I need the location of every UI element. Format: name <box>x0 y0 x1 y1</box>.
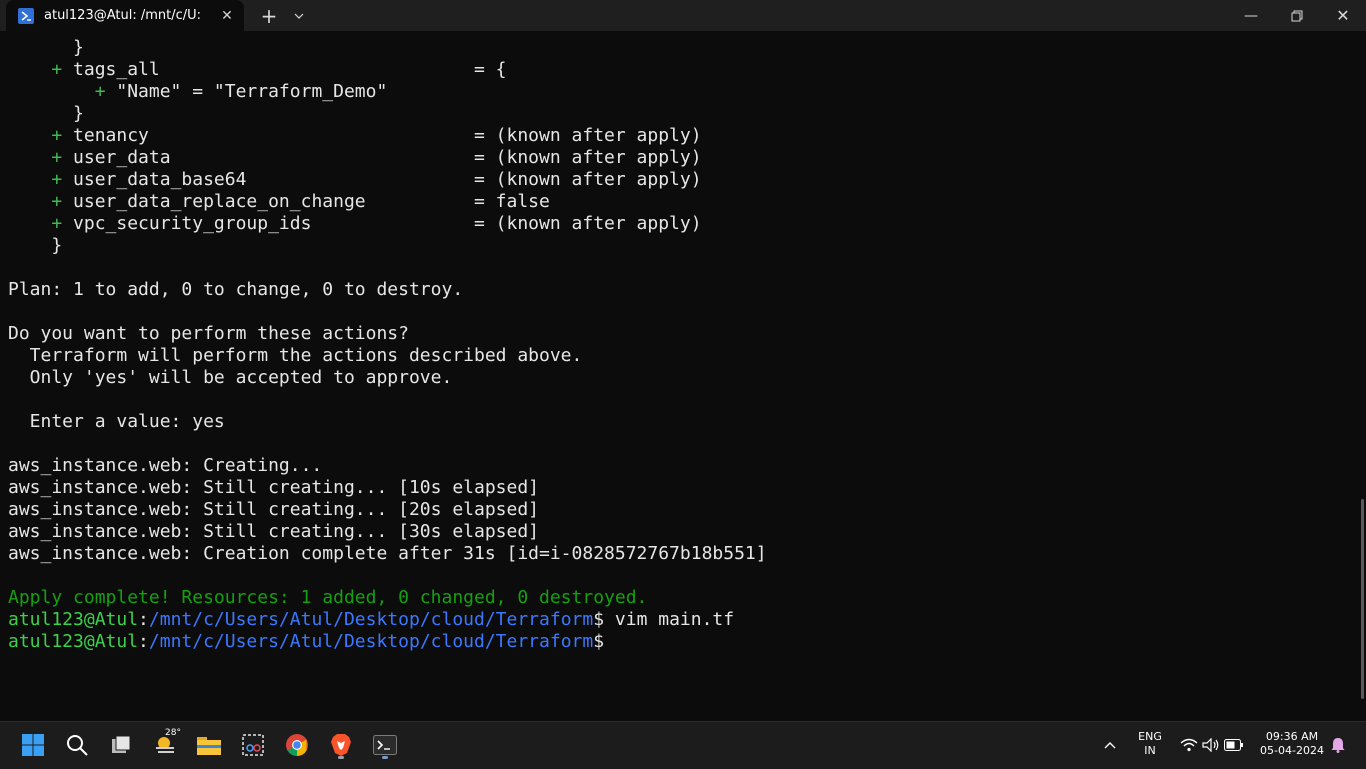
plus-marker: + <box>8 125 74 146</box>
powershell-icon <box>18 7 34 24</box>
output-line: Do you want to perform these actions? <box>8 323 409 344</box>
clock-date: 05-04-2024 <box>1260 744 1324 757</box>
output-line: aws_instance.web: Creating... <box>8 455 323 476</box>
terminal-icon <box>373 735 397 755</box>
output-line: Only 'yes' will be accepted to approve. <box>8 367 453 388</box>
terminal-tab[interactable]: atul123@Atul: /mnt/c/U: ✕ <box>6 0 244 31</box>
snipping-tool-button[interactable] <box>236 728 270 762</box>
snipping-tool-icon <box>242 734 264 756</box>
task-view-icon <box>112 735 131 753</box>
task-view-button[interactable] <box>104 728 138 762</box>
volume-icon <box>1202 738 1219 752</box>
prompt-user: atul123@Atul <box>8 609 139 630</box>
close-window-button[interactable]: ✕ <box>1320 0 1366 31</box>
chrome-icon <box>286 734 308 756</box>
output-line: } <box>8 37 84 58</box>
output-line: aws_instance.web: Still creating... [30s… <box>8 521 540 542</box>
line-text: vpc_security_group_ids = (known after ap… <box>73 213 702 234</box>
apply-complete-message: Apply complete! Resources: 1 added, 0 ch… <box>8 587 648 608</box>
plus-marker: + <box>8 81 117 102</box>
terminal-button[interactable] <box>368 728 402 762</box>
plan-summary: Plan: 1 to add, 0 to change, 0 to destro… <box>8 279 464 300</box>
scrollbar[interactable] <box>1361 499 1364 699</box>
plus-marker: + <box>8 59 74 80</box>
prompt-command: $ vim main.tf <box>593 609 735 630</box>
terminal-output[interactable]: } + tags_all = { + "Name" = "Terraform_D… <box>0 31 1366 721</box>
plus-marker: + <box>8 147 74 168</box>
chrome-button[interactable] <box>280 728 314 762</box>
output-line: } <box>8 103 84 124</box>
output-line: + vpc_security_group_ids = (known after … <box>8 213 767 235</box>
line-text: tenancy = (known after apply) <box>73 125 702 146</box>
line-text: "Name" = "Terraform_Demo" <box>116 81 388 102</box>
plus-marker: + <box>8 191 74 212</box>
search-button[interactable] <box>60 728 94 762</box>
minimize-button[interactable]: — <box>1228 0 1274 31</box>
output-line: + user_data_replace_on_change = false <box>8 191 767 213</box>
file-explorer-button[interactable] <box>192 728 226 762</box>
plus-marker: + <box>8 213 74 234</box>
clock-time: 09:36 AM <box>1265 730 1319 743</box>
weather-temperature: 28° <box>165 728 181 738</box>
output-line: + user_data = (known after apply) <box>8 147 767 169</box>
region-code: IN <box>1144 744 1156 757</box>
brave-icon <box>331 734 351 756</box>
start-button[interactable] <box>16 728 50 762</box>
folder-icon <box>197 737 221 755</box>
notifications-button[interactable] <box>1326 728 1350 762</box>
plus-marker: + <box>8 169 74 190</box>
output-line: aws_instance.web: Still creating... [10s… <box>8 477 540 498</box>
battery-icon <box>1224 739 1243 751</box>
tab-close-icon[interactable]: ✕ <box>218 8 236 24</box>
new-tab-button[interactable]: + <box>256 0 282 31</box>
output-line: } <box>8 235 63 256</box>
prompt-sep: : <box>138 631 149 652</box>
language-indicator[interactable]: ENG IN <box>1134 730 1166 758</box>
chevron-up-icon <box>1104 742 1116 749</box>
clock[interactable]: 09:36 AM 05-04-2024 <box>1252 730 1332 758</box>
wifi-icon <box>1180 738 1198 752</box>
search-icon <box>67 735 88 756</box>
output-line: + "Name" = "Terraform_Demo" <box>8 81 767 103</box>
prompt-user: atul123@Atul <box>8 631 139 652</box>
line-text: user_data_replace_on_change = false <box>73 191 550 212</box>
language-code: ENG <box>1138 730 1162 743</box>
line-text: user_data = (known after apply) <box>73 147 702 168</box>
brave-button[interactable] <box>324 728 358 762</box>
title-bar: atul123@Atul: /mnt/c/U: ✕ + — ✕ <box>0 0 1366 31</box>
line-text: tags_all = { <box>73 59 507 80</box>
output-line: + user_data_base64 = (known after apply) <box>8 169 767 191</box>
line-text: user_data_base64 = (known after apply) <box>73 169 702 190</box>
quick-settings-button[interactable] <box>1174 728 1250 762</box>
windows-icon <box>22 734 44 756</box>
prompt-path: /mnt/c/Users/Atul/Desktop/cloud/Terrafor… <box>148 631 594 652</box>
show-hidden-icons-button[interactable] <box>1094 728 1126 762</box>
prompt-path: /mnt/c/Users/Atul/Desktop/cloud/Terrafor… <box>148 609 594 630</box>
output-line: Terraform will perform the actions descr… <box>8 345 583 366</box>
tab-title: atul123@Atul: /mnt/c/U: <box>44 8 202 23</box>
output-line: aws_instance.web: Still creating... [20s… <box>8 499 540 520</box>
running-indicator <box>338 756 344 759</box>
running-indicator <box>382 756 388 759</box>
prompt-line-active[interactable]: atul123@Atul:/mnt/c/Users/Atul/Desktop/c… <box>8 631 767 653</box>
prompt-command: $ <box>593 631 615 652</box>
restore-button[interactable] <box>1274 0 1320 31</box>
output-line: + tenancy = (known after apply) <box>8 125 767 147</box>
taskbar: 28° ENG IN 09:36 AM 05-04-2024 <box>0 721 1366 769</box>
input-line: Enter a value: yes <box>8 411 225 432</box>
prompt-sep: : <box>138 609 149 630</box>
output-line: aws_instance.web: Creation complete afte… <box>8 543 767 564</box>
tab-dropdown-button[interactable] <box>288 0 310 31</box>
bell-icon <box>1331 738 1345 753</box>
output-line: + tags_all = { <box>8 59 767 81</box>
prompt-line: atul123@Atul:/mnt/c/Users/Atul/Desktop/c… <box>8 609 767 631</box>
